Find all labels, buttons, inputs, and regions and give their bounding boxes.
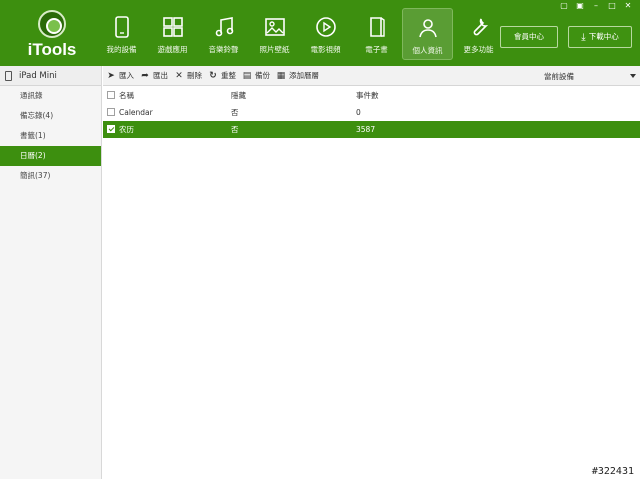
row-checkbox[interactable]	[107, 108, 115, 116]
import-button[interactable]: ➤ 匯入	[106, 70, 134, 81]
row-name: 农历	[119, 125, 134, 134]
picture-icon	[264, 18, 285, 36]
save-icon: ▤	[242, 70, 252, 81]
column-header-events[interactable]: 事件數	[356, 87, 379, 104]
download-icon: ⤓	[581, 32, 586, 43]
nav-label: 電影視頻	[310, 45, 341, 54]
delete-label: 刪除	[187, 71, 202, 80]
row-name: Calendar	[119, 108, 153, 117]
export-label: 匯出	[153, 71, 168, 80]
phone-icon	[114, 16, 129, 38]
member-center-button[interactable]: 會員中心	[500, 26, 558, 48]
person-icon	[418, 19, 437, 38]
backup-button[interactable]: ▤ 備份	[242, 70, 270, 81]
music-note-icon	[215, 17, 233, 37]
sidebar-item-notes[interactable]: 備忘錄(4)	[0, 106, 101, 126]
device-name: iPad Mini	[19, 70, 57, 81]
maximize-icon[interactable]: □	[604, 1, 620, 11]
device-header[interactable]: iPad Mini	[0, 66, 101, 86]
toolbar: ➤ 匯入 ➦ 匯出 ✕ 刪除 ↻ 重整 ▤ 備份 ▦ 添加曆層 當前設備	[103, 66, 640, 86]
nav-games-apps[interactable]: 遊戲應用	[147, 8, 198, 60]
row-event-count: 3587	[356, 125, 376, 134]
nav-label: 照片壁紙	[259, 45, 290, 54]
chevron-down-icon	[630, 74, 636, 78]
book-icon	[369, 17, 385, 37]
row-event-count: 0	[356, 108, 361, 117]
sidebar-item-contacts[interactable]: 通訊錄	[0, 86, 101, 106]
row-hidden: 否	[231, 108, 239, 117]
sidebar-item-calendar[interactable]: 日曆(2)	[0, 146, 101, 166]
nav-my-device[interactable]: 我的設備	[96, 8, 147, 60]
close-icon[interactable]: ✕	[620, 1, 636, 11]
device-select-value: 當前設備	[544, 72, 574, 81]
itools-logo-icon	[38, 10, 66, 38]
delete-icon: ✕	[175, 70, 183, 81]
export-icon: ➦	[141, 70, 149, 81]
nav-label: 我的設備	[106, 45, 137, 54]
nav-more-features[interactable]: 更多功能	[453, 8, 504, 60]
menu-icon[interactable]: ▣	[572, 1, 588, 11]
window-controls: ▢ ▣ – □ ✕	[556, 1, 636, 11]
select-all-checkbox[interactable]	[107, 91, 115, 99]
calendar-icon: ▦	[276, 70, 286, 81]
add-calendar-label: 添加曆層	[289, 71, 319, 80]
watermark: #322431	[591, 466, 634, 477]
minimize-icon[interactable]: –	[588, 1, 604, 11]
column-header-name[interactable]: 名稱	[119, 87, 134, 104]
download-center-label: 下載中心	[588, 32, 619, 41]
import-label: 匯入	[119, 71, 134, 80]
nav-label: 個人資訊	[412, 46, 443, 55]
tablet-icon	[5, 70, 12, 81]
wrench-icon	[473, 18, 488, 36]
top-bar: iTools 我的設備 遊戲應用 音樂鈴聲 照片壁紙 電影視頻 電子書 個人資訊…	[0, 0, 640, 66]
column-header-hidden[interactable]: 隱藏	[231, 87, 246, 104]
export-button[interactable]: ➦ 匯出	[140, 70, 168, 81]
import-icon: ➤	[107, 70, 115, 81]
nav-photos[interactable]: 照片壁紙	[249, 8, 300, 60]
add-calendar-button[interactable]: ▦ 添加曆層	[276, 70, 319, 81]
nav-videos[interactable]: 電影視頻	[300, 8, 351, 60]
download-center-button[interactable]: ⤓ 下載中心	[568, 26, 632, 48]
nav-music[interactable]: 音樂鈴聲	[198, 8, 249, 60]
app-title: iTools	[27, 40, 77, 59]
refresh-icon: ↻	[209, 70, 217, 81]
table-row[interactable]: Calendar 否 0	[103, 104, 640, 121]
app-logo[interactable]: iTools	[22, 8, 82, 62]
sidebar: iPad Mini 通訊錄 備忘錄(4) 書籤(1) 日曆(2) 簡訊(37)	[0, 66, 102, 479]
sidebar-item-messages[interactable]: 簡訊(37)	[0, 166, 101, 186]
device-select[interactable]: 當前設備	[540, 69, 636, 83]
nav-label: 更多功能	[463, 45, 494, 54]
nav-label: 電子書	[365, 45, 388, 54]
row-hidden: 否	[231, 125, 239, 134]
play-circle-icon	[315, 17, 336, 37]
sidebar-item-bookmarks[interactable]: 書籤(1)	[0, 126, 101, 146]
calendar-table: 名稱 隱藏 事件數 Calendar 否 0 农历 否 3587	[103, 87, 640, 138]
refresh-button[interactable]: ↻ 重整	[208, 70, 236, 81]
table-row[interactable]: 农历 否 3587	[103, 121, 640, 138]
nav-label: 音樂鈴聲	[208, 45, 239, 54]
nav-personal-info[interactable]: 個人資訊	[402, 8, 453, 60]
nav-ebooks[interactable]: 電子書	[351, 8, 402, 60]
table-header: 名稱 隱藏 事件數	[103, 87, 640, 104]
delete-button[interactable]: ✕ 刪除	[174, 70, 202, 81]
skin-icon[interactable]: ▢	[556, 1, 572, 11]
nav-label: 遊戲應用	[157, 45, 188, 54]
refresh-label: 重整	[221, 71, 236, 80]
apps-grid-icon	[162, 17, 183, 37]
main-nav: 我的設備 遊戲應用 音樂鈴聲 照片壁紙 電影視頻 電子書 個人資訊 更多功能	[96, 8, 504, 62]
row-checkbox[interactable]	[107, 125, 115, 133]
backup-label: 備份	[255, 71, 270, 80]
